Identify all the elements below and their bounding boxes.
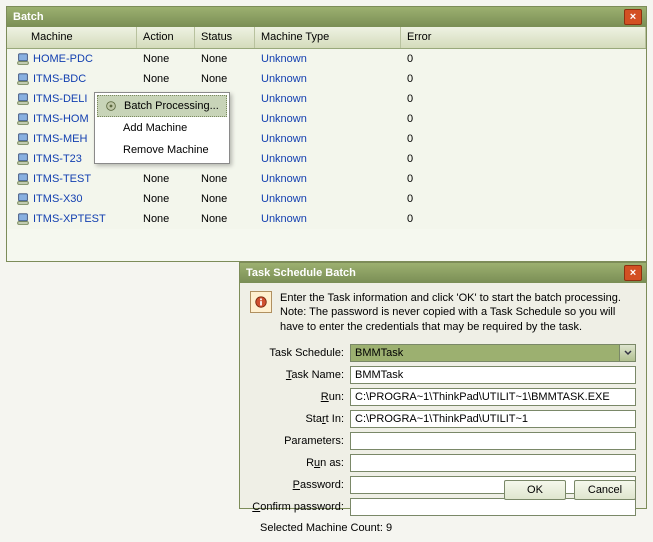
cell-type: Unknown — [255, 111, 401, 127]
menu-item-label: Batch Processing... — [124, 100, 219, 112]
computer-icon — [13, 72, 33, 86]
run-as-input[interactable] — [350, 454, 636, 472]
blank-icon — [103, 143, 117, 157]
gear-icon — [104, 99, 118, 113]
table-row[interactable]: ITMS-TESTNoneNoneUnknown0 — [7, 169, 646, 189]
computer-icon — [13, 132, 33, 146]
dialog-titlebar[interactable]: Task Schedule Batch × — [240, 263, 646, 283]
task-schedule-dialog: Task Schedule Batch × Enter the Task inf… — [239, 262, 647, 509]
batch-title: Batch — [13, 11, 624, 23]
confirm-password-input[interactable] — [350, 498, 636, 516]
cancel-button[interactable]: Cancel — [574, 480, 636, 500]
machine-link[interactable]: ITMS-DELI — [33, 93, 87, 105]
ok-button[interactable]: OK — [504, 480, 566, 500]
table-row[interactable]: HOME-PDCNoneNoneUnknown0 — [7, 49, 646, 69]
machine-link[interactable]: ITMS-HOM — [33, 113, 89, 125]
info-row: Enter the Task information and click 'OK… — [250, 291, 636, 334]
menu-item-label: Add Machine — [123, 122, 187, 134]
label-confirm-password: Confirm password: — [250, 501, 350, 513]
cell-error: 0 — [401, 151, 646, 167]
info-icon — [250, 291, 272, 313]
cell-action: None — [137, 51, 195, 67]
label-parameters: Parameters: — [250, 435, 350, 447]
col-header-machine[interactable]: Machine — [7, 27, 137, 48]
start-in-input[interactable] — [350, 410, 636, 428]
label-start-in: Start In: — [250, 413, 350, 425]
machine-link[interactable]: ITMS-X30 — [33, 193, 83, 205]
close-icon[interactable]: × — [624, 265, 642, 281]
table-row[interactable]: ITMS-X30NoneNoneUnknown0 — [7, 189, 646, 209]
cell-type: Unknown — [255, 131, 401, 147]
computer-icon — [13, 152, 33, 166]
cell-action: None — [137, 71, 195, 87]
cell-error: 0 — [401, 91, 646, 107]
col-header-error[interactable]: Error — [401, 27, 646, 48]
label-password: Password: — [250, 479, 350, 491]
cell-action: None — [137, 171, 195, 187]
cell-error: 0 — [401, 211, 646, 227]
cell-error: 0 — [401, 131, 646, 147]
dialog-body: Enter the Task information and click 'OK… — [240, 283, 646, 542]
dialog-title: Task Schedule Batch — [246, 267, 624, 279]
label-run-as: Run as: — [250, 457, 350, 469]
batch-column-headers: Machine Action Status Machine Type Error — [7, 27, 646, 49]
info-text: Enter the Task information and click 'OK… — [280, 291, 636, 334]
task-name-input[interactable] — [350, 366, 636, 384]
machine-link[interactable]: ITMS-T23 — [33, 153, 82, 165]
menu-item-remove-machine[interactable]: Remove Machine — [97, 139, 227, 161]
computer-icon — [13, 92, 33, 106]
cell-type: Unknown — [255, 211, 401, 227]
cell-status: None — [195, 71, 255, 87]
computer-icon — [13, 52, 33, 66]
table-row[interactable]: ITMS-BDCNoneNoneUnknown0 — [7, 69, 646, 89]
chevron-down-icon[interactable] — [619, 345, 635, 361]
context-menu: Batch Processing... Add Machine Remove M… — [94, 92, 230, 164]
computer-icon — [13, 192, 33, 206]
cell-error: 0 — [401, 51, 646, 67]
label-task-name: Task Name: — [250, 369, 350, 381]
cell-error: 0 — [401, 191, 646, 207]
close-icon[interactable]: × — [624, 9, 642, 25]
col-header-action[interactable]: Action — [137, 27, 195, 48]
machine-link[interactable]: HOME-PDC — [33, 53, 93, 65]
cell-status: None — [195, 171, 255, 187]
cell-error: 0 — [401, 111, 646, 127]
computer-icon — [13, 172, 33, 186]
machine-link[interactable]: ITMS-BDC — [33, 73, 86, 85]
cell-status: None — [195, 211, 255, 227]
parameters-input[interactable] — [350, 432, 636, 450]
label-run: Run: — [250, 391, 350, 403]
cell-type: Unknown — [255, 71, 401, 87]
table-row[interactable]: ITMS-XPTESTNoneNoneUnknown0 — [7, 209, 646, 229]
computer-icon — [13, 112, 33, 126]
machine-link[interactable]: ITMS-XPTEST — [33, 213, 106, 225]
computer-icon — [13, 212, 33, 226]
cell-type: Unknown — [255, 51, 401, 67]
cell-status: None — [195, 191, 255, 207]
cell-action: None — [137, 191, 195, 207]
cell-type: Unknown — [255, 151, 401, 167]
cell-type: Unknown — [255, 171, 401, 187]
cell-action: None — [137, 211, 195, 227]
cell-error: 0 — [401, 71, 646, 87]
label-task-schedule: Task Schedule: — [250, 347, 350, 359]
task-schedule-select[interactable]: BMMTask — [350, 344, 636, 362]
machine-link[interactable]: ITMS-TEST — [33, 173, 91, 185]
col-header-type[interactable]: Machine Type — [255, 27, 401, 48]
cell-error: 0 — [401, 171, 646, 187]
cell-type: Unknown — [255, 191, 401, 207]
col-header-status[interactable]: Status — [195, 27, 255, 48]
blank-icon — [103, 121, 117, 135]
batch-titlebar[interactable]: Batch × — [7, 7, 646, 27]
menu-item-add-machine[interactable]: Add Machine — [97, 117, 227, 139]
machine-link[interactable]: ITMS-MEH — [33, 133, 87, 145]
menu-item-batch-processing[interactable]: Batch Processing... — [97, 95, 227, 117]
selected-machine-count: Selected Machine Count: 9 — [260, 522, 636, 534]
cell-status: None — [195, 51, 255, 67]
run-input[interactable] — [350, 388, 636, 406]
menu-item-label: Remove Machine — [123, 144, 209, 156]
task-schedule-value: BMMTask — [355, 347, 403, 359]
cell-type: Unknown — [255, 91, 401, 107]
